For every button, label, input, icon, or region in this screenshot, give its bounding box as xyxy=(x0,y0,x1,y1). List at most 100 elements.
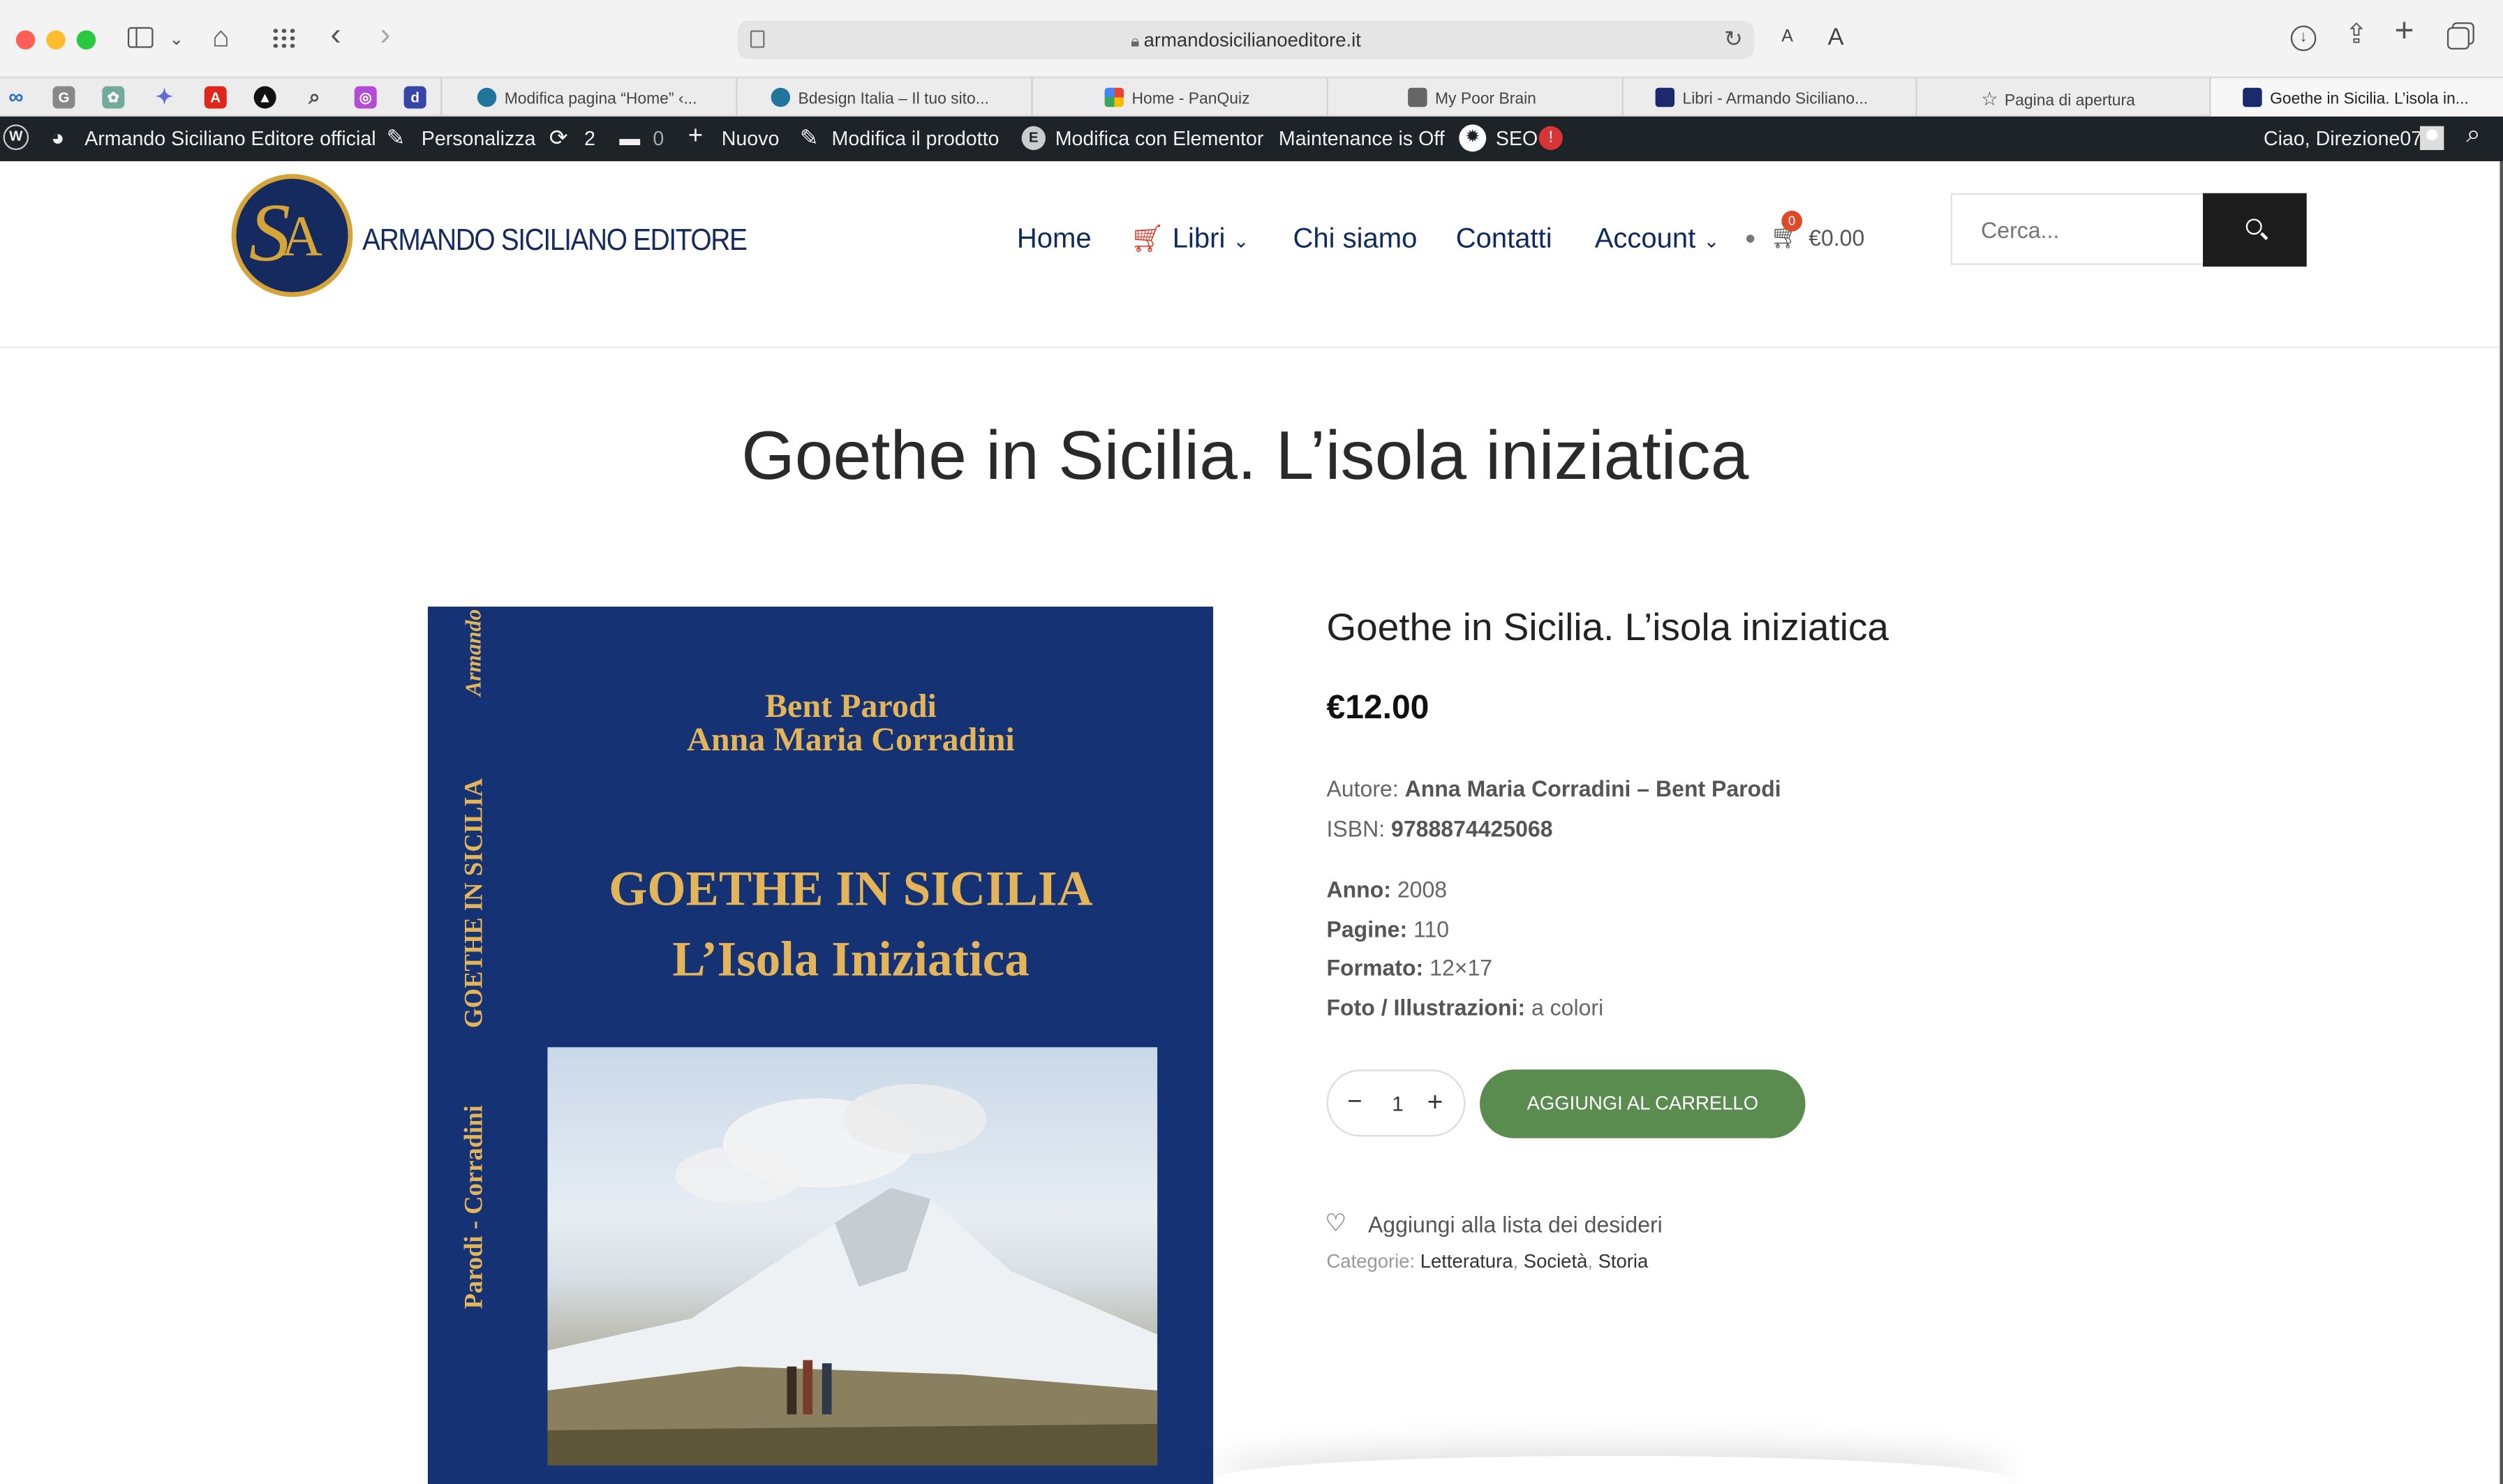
cart-total[interactable]: €0.00 xyxy=(1808,225,1864,251)
tab-bar: ∞ G ✿ ✦ A ▲ ⌕ ◎ d Modifica pagina “Home”… xyxy=(0,76,2503,117)
category-link-letteratura[interactable]: Letteratura xyxy=(1420,1250,1513,1272)
admin-maintenance[interactable]: Maintenance is Off xyxy=(1279,128,1445,150)
home-icon[interactable]: ⌂ xyxy=(212,22,230,51)
nav-chi-siamo[interactable]: Chi siamo xyxy=(1293,222,1417,255)
grid-icon[interactable] xyxy=(271,27,297,50)
admin-new[interactable]: Nuovo xyxy=(722,128,780,150)
search-icon xyxy=(2245,218,2262,235)
download-icon[interactable]: ↓ xyxy=(2290,25,2317,52)
sidebar-toggle-icon[interactable] xyxy=(127,27,154,48)
search-input[interactable] xyxy=(1950,193,2205,265)
cover-author-1: Bent Parodi xyxy=(764,686,937,725)
share-icon[interactable]: ⇪ xyxy=(2345,21,2368,48)
author-row: Autore: Anna Maria Corradini – Bent Paro… xyxy=(1326,776,1781,801)
back-arrow-icon[interactable]: ‹ xyxy=(330,19,341,51)
tab-modifica-home[interactable]: Modifica pagina “Home” ‹... xyxy=(440,78,736,117)
wp-admin-bar: W ◕ Armando Siciliano Editore official ✎… xyxy=(0,116,2503,161)
address-bar[interactable]: 🔒︎ armandosicilianoeditore.it ↻ xyxy=(737,20,1755,59)
search-icon[interactable]: ⌕ xyxy=(304,85,326,108)
illustrations-row: Foto / Illustrazioni: a colori xyxy=(1326,995,1603,1021)
forward-arrow-icon[interactable]: › xyxy=(380,19,390,51)
meta-icon[interactable]: ∞ xyxy=(3,85,29,108)
quantity-value[interactable]: 1 xyxy=(1392,1092,1404,1115)
wordpress-icon[interactable]: W xyxy=(3,124,29,150)
updates-icon: ⟳ xyxy=(549,124,568,150)
cover-title: GOETHE IN SICILIA L’Isola Iniziatica xyxy=(532,854,1171,995)
reload-icon[interactable]: ↻ xyxy=(1724,26,1743,52)
star-icon: ☆ xyxy=(1981,87,1998,110)
minimize-window-button[interactable] xyxy=(46,30,66,50)
comments-icon: ▬ xyxy=(619,126,641,150)
tab-overview-icon[interactable] xyxy=(2446,27,2469,50)
format-value: 12×17 xyxy=(1429,954,1493,981)
category-link-storia[interactable]: Storia xyxy=(1598,1250,1649,1272)
format-label: Formato: xyxy=(1326,954,1424,981)
nav-libri[interactable]: 🛒︎ Libri ⌄ xyxy=(1130,222,1249,255)
logo-emblem[interactable]: S A xyxy=(231,174,353,297)
admin-customize[interactable]: Personalizza xyxy=(422,128,536,150)
category-link-societa[interactable]: Società xyxy=(1524,1250,1588,1272)
admin-search-icon[interactable]: ⌕ xyxy=(2466,121,2481,150)
nav-separator-dot xyxy=(1746,235,1755,243)
triangle-icon[interactable]: ▲ xyxy=(253,86,276,109)
year-value: 2008 xyxy=(1397,876,1448,903)
spine-authors: Parodi - Corradini xyxy=(461,1105,489,1309)
decrease-quantity-button[interactable]: − xyxy=(1347,1089,1362,1118)
admin-edit-product[interactable]: Modifica il prodotto xyxy=(832,128,1000,150)
bottom-shadow xyxy=(1213,1456,2011,1484)
text-larger-button[interactable]: A xyxy=(1828,24,1844,51)
quantity-stepper: − 1 + xyxy=(1326,1069,1466,1137)
admin-seo[interactable]: SEO xyxy=(1496,128,1538,150)
copilot-icon[interactable]: ◎ xyxy=(354,86,377,109)
admin-greeting[interactable]: Ciao, Direzione07 xyxy=(2264,128,2422,150)
tab-panquiz[interactable]: Home - PanQuiz xyxy=(1031,78,1326,117)
chevron-down-icon: ⌄ xyxy=(1703,230,1720,253)
tab-goethe-active[interactable]: Goethe in Sicilia. L’isola in... xyxy=(2209,78,2503,117)
tab-pagina-di-apertura[interactable]: ☆ Pagina di apertura xyxy=(1915,78,2209,117)
maximize-window-button[interactable] xyxy=(76,30,96,50)
g-icon[interactable]: G xyxy=(52,86,75,109)
illustrations-label: Foto / Illustrazioni: xyxy=(1326,994,1526,1021)
tab-my-poor-brain[interactable]: My Poor Brain xyxy=(1326,78,1621,117)
pencil-icon: ✎ xyxy=(799,124,819,150)
admin-site-name[interactable]: Armando Siciliano Editore official xyxy=(84,128,376,150)
d-icon[interactable]: d xyxy=(403,86,426,109)
tab-libri[interactable]: Libri - Armando Siciliano... xyxy=(1621,78,1916,117)
cover-authors: Bent Parodi Anna Maria Corradini xyxy=(547,686,1154,759)
product-image[interactable]: Armando Siciliano Editore GOETHE IN SICI… xyxy=(427,607,1214,1484)
text-smaller-button[interactable]: A xyxy=(1781,27,1793,46)
spine-title: GOETHE IN SICILIA xyxy=(461,778,489,1028)
add-to-cart-button[interactable]: AGGIUNGI AL CARRELLO xyxy=(1480,1069,1806,1138)
nav-contatti[interactable]: Contatti xyxy=(1456,222,1552,255)
admin-comments-count[interactable]: 0 xyxy=(653,128,664,150)
admin-elementor[interactable]: Modifica con Elementor xyxy=(1055,128,1264,150)
new-tab-icon[interactable]: + xyxy=(2394,15,2414,48)
heart-icon[interactable]: ♡ xyxy=(1325,1208,1346,1238)
categories-row: Categorie: Letteratura, Società, Storia xyxy=(1326,1249,1649,1272)
search-button[interactable] xyxy=(2203,193,2307,267)
close-window-button[interactable] xyxy=(15,30,36,50)
pages-value: 110 xyxy=(1413,916,1450,942)
cover-title-line-2: L’Isola Iniziatica xyxy=(672,930,1030,987)
nav-account[interactable]: Account ⌄ xyxy=(1595,222,1720,255)
brush-icon: ✎ xyxy=(386,124,406,150)
avatar[interactable] xyxy=(2420,126,2444,150)
logo-text[interactable]: ARMANDO SICILIANO EDITORE xyxy=(362,223,748,259)
isbn-label: ISBN: xyxy=(1326,815,1386,842)
gemini-icon[interactable]: ✦ xyxy=(154,85,176,108)
cover-author-2: Anna Maria Corradini xyxy=(687,720,1015,759)
increase-quantity-button[interactable]: + xyxy=(1427,1087,1443,1119)
author-label: Autore: xyxy=(1326,776,1399,802)
cover-spine: Armando Siciliano Editore GOETHE IN SICI… xyxy=(428,607,523,1484)
product-title: Goethe in Sicilia. L’isola iniziatica xyxy=(1326,607,1889,650)
wishlist-link[interactable]: Aggiungi alla lista dei desideri xyxy=(1368,1212,1663,1238)
chatgpt-icon[interactable]: ✿ xyxy=(102,86,125,109)
spine-publisher: Armando Siciliano Editore xyxy=(463,607,489,696)
acrobat-icon[interactable]: A xyxy=(204,86,227,109)
admin-updates-count[interactable]: 2 xyxy=(584,128,595,150)
categories-label: Categorie: xyxy=(1326,1249,1416,1272)
scrollbar[interactable] xyxy=(2500,161,2503,1484)
nav-home[interactable]: Home xyxy=(1017,222,1092,255)
chevron-down-icon[interactable]: ⌄ xyxy=(169,27,184,53)
tab-bdesign[interactable]: Bdesign Italia – Il tuo sito... xyxy=(736,78,1031,117)
